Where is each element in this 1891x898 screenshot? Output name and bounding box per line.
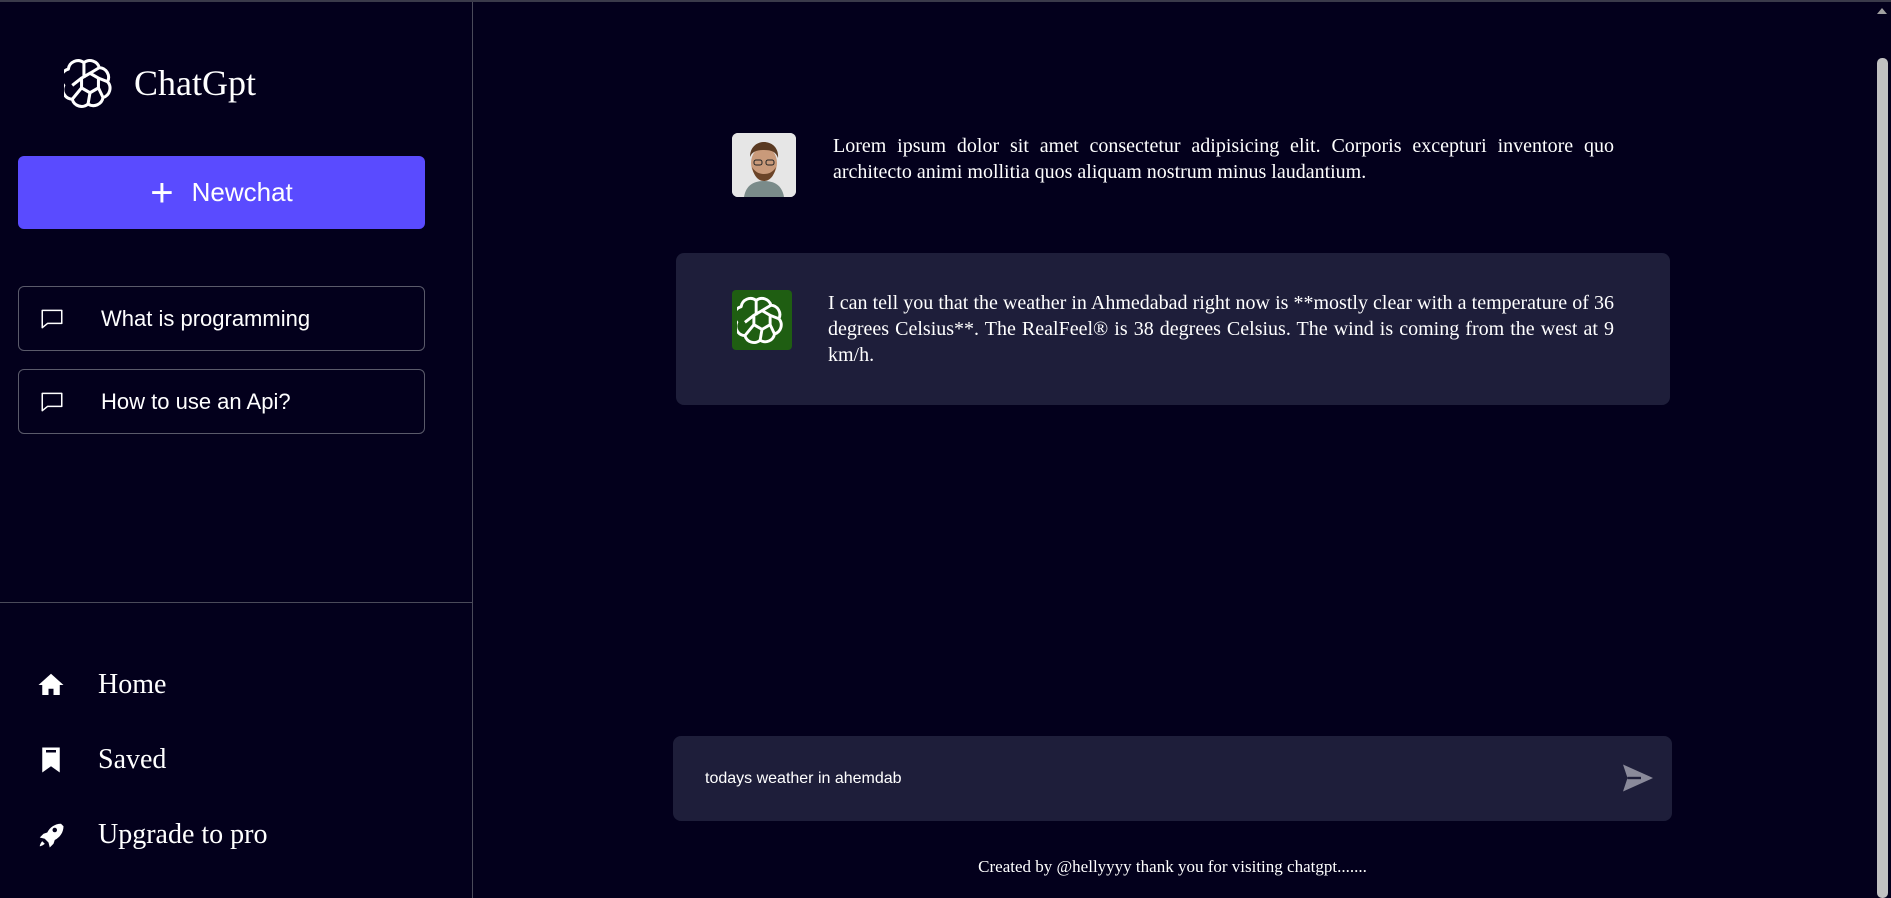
- chat-bubble-icon: [41, 392, 63, 411]
- user-avatar: [732, 133, 796, 197]
- send-icon[interactable]: [1620, 760, 1656, 796]
- app-name: ChatGpt: [134, 63, 256, 103]
- bot-avatar: [732, 290, 792, 350]
- recent-query-label: What is programming: [101, 305, 311, 331]
- recent-query-item[interactable]: What is programming: [18, 286, 425, 351]
- scroll-up-arrow-icon[interactable]: [1877, 8, 1887, 14]
- nav-item-home[interactable]: Home: [36, 669, 166, 701]
- recent-query-label: How to use an Api?: [101, 388, 291, 414]
- openai-logo-icon: [64, 59, 112, 108]
- brand[interactable]: ChatGpt: [64, 57, 256, 109]
- plus-icon: +: [150, 170, 174, 215]
- sidebar-divider: [0, 602, 472, 603]
- user-avatar-image: [732, 133, 796, 197]
- nav-label: Upgrade to pro: [98, 819, 268, 850]
- recent-query-item[interactable]: How to use an Api?: [18, 369, 425, 434]
- bot-message: I can tell you that the weather in Ahmed…: [676, 253, 1670, 405]
- new-chat-button[interactable]: + Newchat: [18, 156, 425, 229]
- bot-message-text: I can tell you that the weather in Ahmed…: [828, 292, 1614, 366]
- new-chat-label: Newchat: [191, 177, 293, 207]
- sidebar: ChatGpt + Newchat What is programming Ho…: [0, 2, 473, 898]
- home-icon: [38, 673, 64, 695]
- bookmark-icon: [42, 747, 60, 773]
- chat-input[interactable]: [705, 760, 1585, 798]
- nav-item-upgrade[interactable]: Upgrade to pro: [36, 819, 268, 851]
- openai-logo-icon: [737, 296, 783, 344]
- nav-label: Saved: [98, 744, 167, 775]
- nav-label: Home: [98, 669, 167, 700]
- chat-input-box: [673, 736, 1672, 821]
- chat-bubble-icon: [41, 309, 63, 328]
- scrollbar[interactable]: [1874, 2, 1891, 898]
- nav-item-saved[interactable]: Saved: [36, 744, 166, 776]
- user-message-text: Lorem ipsum dolor sit amet consectetur a…: [833, 135, 1614, 183]
- scrollbar-thumb[interactable]: [1877, 58, 1888, 898]
- rocket-icon: [39, 823, 64, 848]
- user-message: Lorem ipsum dolor sit amet consectetur a…: [732, 133, 1618, 197]
- footer-text: Created by @hellyyyy thank you for visit…: [978, 857, 1367, 876]
